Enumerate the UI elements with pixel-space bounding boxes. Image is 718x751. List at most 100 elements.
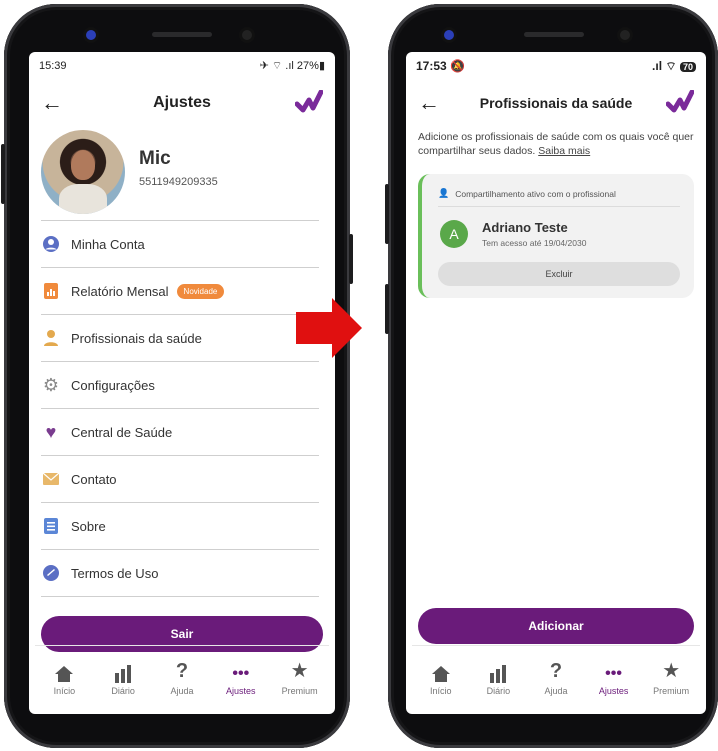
menu-item-configuracoes[interactable]: ⚙ Configurações	[41, 361, 319, 408]
status-time: 15:39	[39, 60, 67, 72]
page-title: Ajustes	[153, 94, 211, 111]
menu-item-termos[interactable]: Termos de Uso	[41, 549, 319, 597]
bottom-tab-bar: Início Diário ? Ajuda ••• Ajustes ★ Prem…	[35, 645, 329, 700]
app-logo-icon	[666, 90, 694, 113]
app-logo-icon	[295, 90, 323, 113]
tab-label: Início	[53, 686, 76, 696]
user-circle-icon	[41, 234, 61, 254]
bar-chart-icon	[113, 659, 133, 683]
status-right: .ıl ⌔ 70	[652, 59, 696, 74]
report-icon	[41, 281, 61, 301]
bar-chart-icon	[488, 659, 508, 683]
tab-label: Ajustes	[598, 686, 629, 696]
tab-premium[interactable]: ★ Premium	[275, 659, 325, 696]
bottom-tab-bar: Início Diário ? Ajuda ••• Ajustes ★ Prem…	[412, 645, 700, 700]
left-screen: 15:39 ✈ ⌔ .ıl 27%▮ ← Ajustes Mic 5511949…	[29, 52, 335, 714]
transition-arrow-icon	[296, 298, 362, 358]
menu-item-label: Minha Conta	[71, 236, 145, 252]
tab-label: Início	[430, 686, 452, 696]
more-dots-icon: •••	[232, 665, 250, 682]
question-icon: ?	[175, 660, 189, 682]
tab-label: Ajuda	[170, 686, 194, 696]
battery-indicator: 70	[679, 61, 696, 72]
learn-more-link[interactable]: Saiba mais	[538, 145, 590, 157]
terms-icon	[41, 563, 61, 583]
front-camera	[444, 30, 454, 40]
envelope-icon	[41, 469, 61, 489]
sensor	[620, 30, 630, 40]
gear-icon: ⚙	[42, 374, 60, 395]
tab-diario[interactable]: Diário	[473, 659, 523, 696]
document-icon	[41, 516, 61, 536]
left-phone-frame: 15:39 ✈ ⌔ .ıl 27%▮ ← Ajustes Mic 5511949…	[1, 4, 353, 748]
tab-ajustes[interactable]: ••• Ajustes	[589, 659, 639, 696]
menu-item-profissionais[interactable]: Profissionais da saúde	[41, 314, 319, 361]
menu-item-label: Profissionais da saúde	[71, 330, 202, 346]
tab-inicio[interactable]: Início	[416, 659, 466, 696]
delete-button[interactable]: Excluir	[438, 262, 680, 286]
menu-item-label: Termos de Uso	[71, 565, 159, 581]
question-icon: ?	[549, 660, 563, 682]
tab-label: Ajustes	[226, 686, 256, 696]
volume-button	[385, 284, 389, 334]
professional-name: Adriano Teste	[482, 220, 568, 235]
user-phone: 5511949209335	[139, 176, 218, 188]
menu-item-contato[interactable]: Contato	[41, 455, 319, 502]
front-camera	[86, 30, 96, 40]
tab-label: Ajuda	[544, 686, 568, 696]
power-button	[349, 234, 353, 284]
menu-item-label: Central de Saúde	[71, 424, 173, 440]
speaker	[152, 32, 212, 37]
access-until: Tem acesso até 19/04/2030	[482, 238, 587, 248]
menu-item-label: Configurações	[71, 377, 155, 393]
menu-item-relatorio-mensal[interactable]: Relatório Mensal Novidade	[41, 267, 319, 314]
divider	[438, 206, 680, 207]
health-heart-icon: ♥	[45, 421, 57, 442]
speaker	[524, 32, 584, 37]
status-bar: 15:39 ✈ ⌔ .ıl 27%▮	[39, 58, 325, 74]
menu-item-label: Relatório Mensal	[71, 283, 169, 299]
card-heading-text: Compartilhamento ativo com o profissiona…	[455, 188, 616, 199]
tab-diario[interactable]: Diário	[98, 659, 148, 696]
doctor-icon	[41, 328, 61, 348]
card-heading: 👤 Compartilhamento ativo com o profissio…	[438, 188, 616, 199]
user-name: Mic	[139, 148, 171, 169]
right-screen: 17:53 🔕 .ıl ⌔ 70 ← Profissionais da saúd…	[406, 52, 706, 714]
more-dots-icon: •••	[605, 665, 622, 682]
add-professional-button[interactable]: Adicionar	[418, 608, 694, 644]
tab-inicio[interactable]: Início	[39, 659, 89, 696]
new-badge: Novidade	[176, 283, 225, 299]
right-phone-frame: 17:53 🔕 .ıl ⌔ 70 ← Profissionais da saúd…	[385, 4, 718, 748]
volume-button	[385, 184, 389, 244]
settings-menu: Minha Conta Relatório Mensal Novidade Pr…	[41, 220, 319, 597]
page-title: Profissionais da saúde	[479, 95, 633, 111]
tab-label: Premium	[281, 686, 318, 696]
sensor	[242, 30, 252, 40]
status-bar: 17:53 🔕 .ıl ⌔ 70	[416, 58, 696, 74]
person-icon: 👤	[438, 188, 450, 198]
description: Adicione os profissionais de saúde com o…	[418, 130, 694, 158]
tab-ajustes[interactable]: ••• Ajustes	[216, 659, 266, 696]
professional-card: 👤 Compartilhamento ativo com o profissio…	[418, 174, 694, 298]
status-time: 17:53 🔕	[416, 59, 465, 73]
header: ← Ajustes	[29, 88, 335, 118]
header: ← Profissionais da saúde	[406, 88, 706, 118]
tab-ajuda[interactable]: ? Ajuda	[531, 659, 581, 696]
tab-label: Premium	[653, 686, 690, 696]
star-icon: ★	[290, 660, 309, 682]
home-icon	[54, 659, 74, 683]
menu-item-minha-conta[interactable]: Minha Conta	[41, 220, 319, 267]
tab-ajuda[interactable]: ? Ajuda	[157, 659, 207, 696]
menu-item-sobre[interactable]: Sobre	[41, 502, 319, 549]
status-right: ✈ ⌔ .ıl 27%▮	[259, 60, 325, 72]
tab-label: Diário	[486, 686, 511, 696]
volume-button	[1, 144, 5, 204]
home-icon	[431, 659, 451, 683]
menu-item-label: Sobre	[71, 518, 106, 534]
tab-premium[interactable]: ★ Premium	[646, 659, 696, 696]
star-icon: ★	[662, 660, 681, 682]
tab-label: Diário	[111, 686, 135, 696]
menu-item-central-saude[interactable]: ♥ Central de Saúde	[41, 408, 319, 455]
menu-item-label: Contato	[71, 471, 117, 487]
avatar[interactable]	[41, 130, 125, 214]
